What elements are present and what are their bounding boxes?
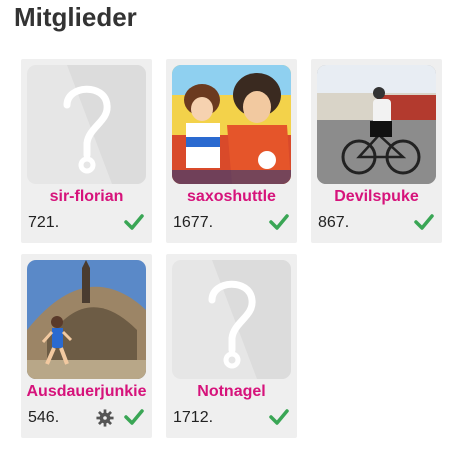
question-mark-icon [172, 260, 291, 379]
member-name-link[interactable]: sir-florian [21, 188, 152, 206]
question-mark-icon [27, 65, 146, 184]
member-rank: 546. [28, 409, 60, 426]
member-rank: 867. [318, 214, 350, 231]
avatar-placeholder[interactable] [27, 65, 146, 184]
gear-icon [96, 409, 114, 427]
check-icon [414, 214, 434, 230]
page-title: Mitglieder [14, 2, 137, 32]
member-card[interactable]: Ausdauerjunkie 546. [21, 254, 152, 438]
member-name-link[interactable]: Ausdauerjunkie [21, 383, 152, 401]
check-icon [124, 409, 144, 425]
check-icon [269, 214, 289, 230]
member-name-link[interactable]: saxoshuttle [166, 188, 297, 206]
check-icon [269, 409, 289, 425]
member-name-link[interactable]: Devilspuke [311, 188, 442, 206]
cyclist-photo-icon [317, 65, 436, 184]
member-card[interactable]: sir-florian 721. [21, 59, 152, 243]
member-rank: 1677. [173, 214, 214, 231]
member-card[interactable]: saxoshuttle 1677. [166, 59, 297, 243]
avatar-placeholder[interactable] [172, 260, 291, 379]
member-card[interactable]: Notnagel 1712. [166, 254, 297, 438]
check-icon [124, 214, 144, 230]
member-card[interactable]: Devilspuke 867. [311, 59, 442, 243]
member-name-link[interactable]: Notnagel [166, 383, 297, 401]
member-rank: 721. [28, 214, 60, 231]
avatar-photo[interactable] [172, 65, 291, 184]
member-rank: 1712. [173, 409, 214, 426]
runner-photo-icon [27, 260, 146, 379]
avatar-photo[interactable] [317, 65, 436, 184]
avatar-photo[interactable] [27, 260, 146, 379]
anime-photo-icon [172, 65, 291, 184]
